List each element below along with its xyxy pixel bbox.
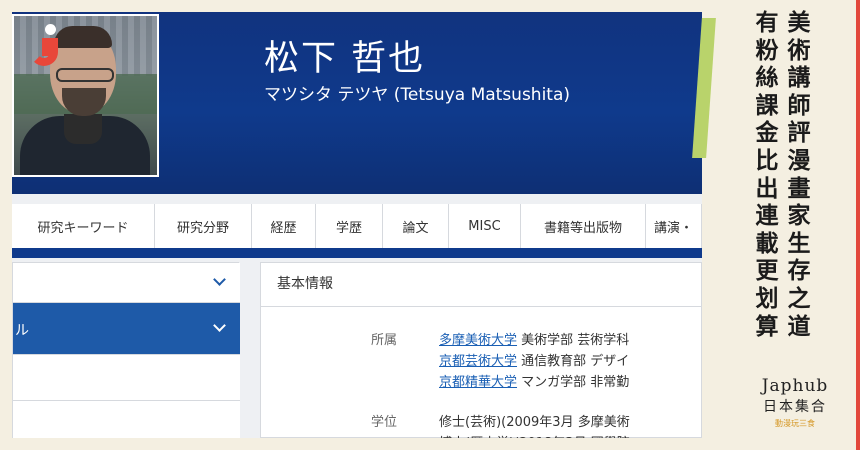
- tab-2[interactable]: 経歴: [252, 204, 316, 248]
- logo-stem-shape: [42, 38, 51, 56]
- section-title: 基本情報: [277, 276, 333, 292]
- tab-6[interactable]: 書籍等出版物: [521, 204, 646, 248]
- university-link[interactable]: 京都精華大学: [439, 375, 517, 390]
- headline-char: 美: [787, 10, 811, 36]
- headline-char: 漫: [787, 147, 811, 174]
- affiliation-detail: マンガ学部 非常勤: [517, 375, 630, 390]
- headline-char: 課: [755, 92, 779, 119]
- headline-char: 生: [787, 230, 811, 257]
- university-link[interactable]: 京都芸術大学: [439, 354, 517, 369]
- headline-column-left: 有粉絲課金比出連載更划算: [754, 10, 780, 341]
- affiliation-label: 所属: [371, 333, 398, 348]
- basic-info-panel: 基本情報 所属 多摩美術大学 美術学部 芸術学科 京都芸術大学 通信教育部 デザイ…: [260, 262, 702, 438]
- sidebar-item-2[interactable]: [13, 355, 240, 401]
- university-link[interactable]: 多摩美術大学: [439, 333, 517, 348]
- headline-column-right: 美術講師評漫畫家生存之道: [786, 10, 812, 341]
- sidebar-item-1[interactable]: ル: [13, 303, 240, 355]
- profile-header: 松下 哲也 マツシタ テツヤ (Tetsuya Matsushita): [12, 12, 702, 194]
- headline-char: 絲: [755, 65, 779, 92]
- tab-4[interactable]: 論文: [383, 204, 449, 248]
- profile-tabs: 研究キーワード 研究分野 経歴 学歴 論文 MISC 書籍等出版物 講演・: [12, 204, 702, 248]
- affiliation-item: 多摩美術大学 美術学部 芸術学科: [439, 329, 629, 348]
- tab-0[interactable]: 研究キーワード: [12, 204, 155, 248]
- headline-char: 畫: [787, 175, 811, 202]
- section-divider: [261, 306, 702, 307]
- headline-char: 師: [787, 92, 811, 119]
- tab-3[interactable]: 学歴: [316, 204, 383, 248]
- tabs-underline: [12, 248, 702, 258]
- researcher-name: 松下 哲也: [264, 39, 426, 79]
- headline-char: 粉: [755, 37, 779, 64]
- headline-char: 載: [755, 230, 779, 257]
- headline-char: 存: [787, 258, 811, 285]
- degree-label: 学位: [371, 415, 398, 430]
- sidebar-menu: ル: [12, 262, 240, 438]
- headline-char: 連: [755, 203, 779, 230]
- degree-item: 博士(歴史学)(2018年3月 國學院: [439, 432, 630, 438]
- right-edge-strip: [856, 0, 860, 450]
- chevron-down-icon: [213, 273, 226, 286]
- headline-char: 之: [787, 285, 811, 312]
- tab-1[interactable]: 研究分野: [155, 204, 252, 248]
- affiliation-item: 京都芸術大学 通信教育部 デザイ: [439, 350, 629, 369]
- tab-7[interactable]: 講演・: [646, 204, 702, 248]
- affiliation-detail: 美術学部 芸術学科: [517, 333, 630, 348]
- sidebar-item-0[interactable]: [13, 263, 240, 303]
- sidebar-item-label: ル: [15, 323, 29, 339]
- headline-char: 出: [755, 175, 779, 202]
- sidebar-item-3[interactable]: [13, 401, 240, 438]
- affiliation-item: 京都精華大学 マンガ学部 非常勤: [439, 371, 629, 390]
- logo-dot-shape: [45, 24, 56, 35]
- brand-name-japanese: 日本集合: [763, 399, 827, 415]
- headline-char: 評: [787, 120, 811, 147]
- profile-screenshot: 松下 哲也 マツシタ テツヤ (Tetsuya Matsushita) 研究キー…: [12, 12, 702, 438]
- tab-5[interactable]: MISC: [449, 204, 521, 248]
- headline-char: 講: [787, 65, 811, 92]
- degree-item: 修士(芸術)(2009年3月 多摩美術: [439, 415, 630, 430]
- affiliation-detail: 通信教育部 デザイ: [517, 354, 630, 369]
- headline-char: 有: [755, 10, 779, 36]
- headline-char: 更: [755, 258, 779, 285]
- headline-char: 划: [755, 285, 779, 312]
- headline-char: 術: [787, 37, 811, 64]
- researcher-name-reading: マツシタ テツヤ (Tetsuya Matsushita): [264, 85, 571, 105]
- headline-char: 金: [755, 120, 779, 147]
- headline-char: 算: [755, 313, 779, 340]
- brand-name: Japhub: [761, 376, 829, 396]
- chevron-down-icon: [213, 319, 226, 332]
- headline-char: 家: [787, 203, 811, 230]
- headline-char: 比: [755, 147, 779, 174]
- brand-tagline: 動漫玩三食: [775, 419, 815, 428]
- headline-char: 道: [787, 313, 811, 340]
